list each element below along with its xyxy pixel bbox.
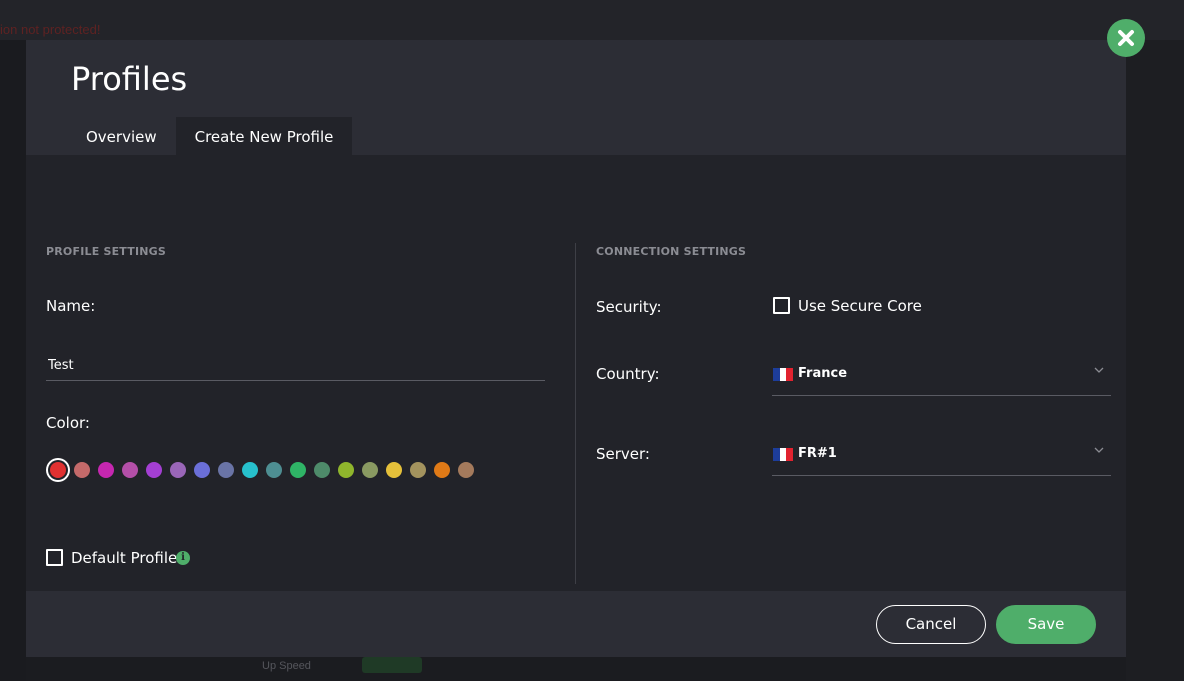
color-swatch[interactable]	[362, 462, 378, 478]
tab-bar: Overview Create New Profile	[67, 117, 353, 155]
secure-core-label: Use Secure Core	[798, 297, 922, 315]
color-swatch[interactable]	[50, 462, 66, 478]
default-profile-label: Default Profile	[71, 549, 178, 567]
chevron-down-icon	[1094, 367, 1104, 373]
modal-title: Profiles	[71, 60, 188, 98]
tab-content: PROFILE SETTINGS Name: Color: Default Pr…	[26, 155, 1126, 591]
color-swatch[interactable]	[146, 462, 162, 478]
color-swatch[interactable]	[122, 462, 138, 478]
flag-stripe-blue	[773, 368, 780, 381]
color-swatch[interactable]	[410, 462, 426, 478]
cancel-button[interactable]: Cancel	[876, 605, 986, 644]
color-swatch[interactable]	[434, 462, 450, 478]
color-swatch[interactable]	[458, 462, 474, 478]
flag-stripe-white	[779, 448, 787, 461]
section-divider	[575, 243, 576, 584]
color-swatch[interactable]	[218, 462, 234, 478]
tab-overview[interactable]: Overview	[67, 117, 176, 155]
profile-name-input[interactable]	[46, 351, 545, 381]
country-value: France	[798, 366, 848, 381]
flag-stripe-red	[786, 368, 794, 381]
tab-create-new-profile[interactable]: Create New Profile	[175, 117, 353, 155]
server-select[interactable]: FR#1	[772, 432, 1111, 476]
secure-core-checkbox[interactable]	[773, 297, 790, 314]
profiles-modal: Profiles Overview Create New Profile PRO…	[26, 40, 1126, 657]
color-swatch[interactable]	[170, 462, 186, 478]
profile-settings-heading: PROFILE SETTINGS	[46, 245, 166, 258]
default-profile-checkbox[interactable]	[46, 549, 63, 566]
background-warning-text: ion not protected!	[0, 22, 101, 37]
color-swatch[interactable]	[386, 462, 402, 478]
country-label: Country:	[596, 365, 660, 383]
info-icon[interactable]: i	[176, 551, 190, 565]
color-swatch[interactable]	[242, 462, 258, 478]
color-picker	[50, 462, 474, 478]
color-swatch[interactable]	[98, 462, 114, 478]
background-top-bar	[0, 0, 1184, 40]
chevron-down-icon	[1094, 447, 1104, 453]
background-speed-label: Up Speed	[262, 660, 311, 672]
flag-stripe-blue	[773, 448, 780, 461]
color-swatch[interactable]	[266, 462, 282, 478]
background-speed-badge	[362, 657, 422, 673]
server-label: Server:	[596, 445, 650, 463]
color-swatch[interactable]	[290, 462, 306, 478]
connection-settings-heading: CONNECTION SETTINGS	[596, 245, 747, 258]
background-left-panel	[0, 40, 26, 681]
france-flag-icon	[773, 368, 794, 381]
color-swatch[interactable]	[194, 462, 210, 478]
server-value: FR#1	[798, 446, 837, 461]
name-label: Name:	[46, 297, 96, 315]
color-label: Color:	[46, 414, 90, 432]
background-right-panel	[1126, 40, 1184, 681]
save-button[interactable]: Save	[996, 605, 1096, 644]
flag-stripe-white	[779, 368, 787, 381]
close-icon	[1118, 30, 1134, 46]
country-select[interactable]: France	[772, 352, 1111, 396]
flag-stripe-red	[786, 448, 794, 461]
close-button[interactable]	[1107, 19, 1145, 57]
color-swatch[interactable]	[314, 462, 330, 478]
france-flag-icon	[773, 448, 794, 461]
color-swatch[interactable]	[74, 462, 90, 478]
security-label: Security:	[596, 298, 662, 316]
color-swatch[interactable]	[338, 462, 354, 478]
